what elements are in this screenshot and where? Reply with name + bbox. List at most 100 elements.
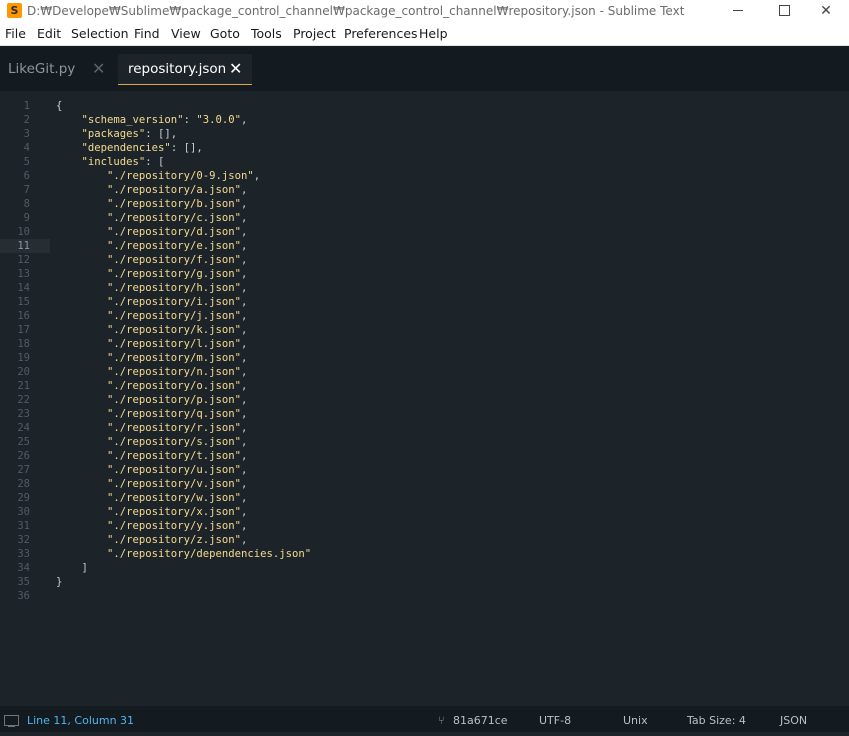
line-number: 10 bbox=[17, 226, 30, 238]
code-line: "./repository/t.json", bbox=[107, 450, 248, 462]
line-number: 25 bbox=[17, 436, 30, 448]
close-icon[interactable]: ✕ bbox=[92, 54, 105, 84]
tab-label: repository.json bbox=[128, 61, 227, 77]
code-line: ] bbox=[56, 562, 88, 574]
line-number: 3 bbox=[23, 128, 30, 140]
tab-label: LikeGit.py bbox=[8, 61, 76, 77]
code-line: "./repository/q.json", bbox=[107, 408, 248, 420]
code-line: "./repository/x.json", bbox=[107, 506, 248, 518]
menu-preferences[interactable]: Preferences bbox=[344, 22, 418, 46]
code-line: "./repository/d.json", bbox=[107, 226, 248, 238]
menu-tools[interactable]: Tools bbox=[251, 22, 282, 46]
code-line: "./repository/0-9.json", bbox=[107, 170, 261, 182]
monitor-icon[interactable] bbox=[4, 715, 19, 727]
code-line: "./repository/z.json", bbox=[107, 534, 248, 546]
line-number: 28 bbox=[17, 478, 30, 490]
line-number: 29 bbox=[17, 492, 30, 504]
menu-help[interactable]: Help bbox=[419, 22, 448, 46]
code-line: "./repository/h.json", bbox=[107, 282, 248, 294]
code-line: { bbox=[56, 100, 63, 112]
code-line: "./repository/r.json", bbox=[107, 422, 248, 434]
line-number: 22 bbox=[17, 394, 30, 406]
code-line: "./repository/k.json", bbox=[107, 324, 248, 336]
line-number: 26 bbox=[17, 450, 30, 462]
minimize-icon bbox=[733, 10, 743, 11]
line-number: 20 bbox=[17, 366, 30, 378]
line-number: 31 bbox=[17, 520, 30, 532]
menu-view[interactable]: View bbox=[171, 22, 201, 46]
close-icon: ✕ bbox=[820, 3, 832, 19]
code-line: "./repository/b.json", bbox=[107, 198, 248, 210]
menu-find[interactable]: Find bbox=[134, 22, 160, 46]
code-line: "./repository/e.json", bbox=[107, 240, 248, 252]
code-line: "./repository/l.json", bbox=[107, 338, 248, 350]
line-number: 2 bbox=[23, 114, 30, 126]
line-number: 1 bbox=[23, 100, 30, 112]
line-number: 18 bbox=[17, 338, 30, 350]
line-number: 9 bbox=[23, 212, 30, 224]
menu-bar: File Edit Selection Find View Goto Tools… bbox=[0, 22, 849, 46]
menu-project[interactable]: Project bbox=[293, 22, 336, 46]
tab-bar: LikeGit.py ✕ repository.json ✕ bbox=[0, 46, 849, 91]
line-number: 16 bbox=[17, 310, 30, 322]
line-number: 14 bbox=[17, 282, 30, 294]
code-line: } bbox=[56, 576, 63, 588]
line-number: 19 bbox=[17, 352, 30, 364]
line-number-gutter: 1 2 3 4 5 6 7 8 9 10 11 12 13 14 15 16 17 18 19 20 21 22 23 24 2… bbox=[0, 99, 40, 603]
code-line: "./repository/p.json", bbox=[107, 394, 248, 406]
title-bar: D:₩Develope₩Sublime₩package_control_chan… bbox=[0, 0, 849, 22]
status-bar: Line 11, Column 31 ⑂ 81a671ce UTF-8 Unix… bbox=[0, 706, 849, 732]
line-number: 35 bbox=[17, 576, 30, 588]
line-number: 23 bbox=[17, 408, 30, 420]
editor-area[interactable]: 1 2 3 4 5 6 7 8 9 10 11 12 13 14 15 16 17 18 19 20 21 22 23 24 2… bbox=[0, 91, 849, 706]
code-line: "./repository/n.json", bbox=[107, 366, 248, 378]
line-number: 13 bbox=[17, 268, 30, 280]
code-line: "./repository/m.json", bbox=[107, 352, 248, 364]
tab-likegit[interactable]: LikeGit.py ✕ bbox=[0, 54, 115, 84]
line-number: 12 bbox=[17, 254, 30, 266]
code-text[interactable]: { "schema_version": "3.0.0", "packages":… bbox=[56, 99, 311, 603]
code-line: "dependencies": [], bbox=[81, 142, 203, 154]
code-line: "./repository/c.json", bbox=[107, 212, 248, 224]
line-number: 6 bbox=[23, 170, 30, 182]
tab-repository-json[interactable]: repository.json ✕ bbox=[118, 54, 252, 85]
code-line: "./repository/a.json", bbox=[107, 184, 248, 196]
close-window-button[interactable]: ✕ bbox=[803, 0, 849, 22]
minimize-button[interactable] bbox=[715, 0, 761, 22]
code-line: "includes": [ bbox=[81, 156, 165, 168]
line-number: 4 bbox=[23, 142, 30, 154]
window-title: D:₩Develope₩Sublime₩package_control_chan… bbox=[27, 4, 685, 18]
menu-edit[interactable]: Edit bbox=[37, 22, 61, 46]
code-line: "./repository/u.json", bbox=[107, 464, 248, 476]
code-line: "./repository/g.json", bbox=[107, 268, 248, 280]
line-number: 32 bbox=[17, 534, 30, 546]
code-line: "packages": [], bbox=[81, 128, 178, 140]
line-number: 34 bbox=[17, 562, 30, 574]
code-line: "./repository/y.json", bbox=[107, 520, 248, 532]
line-number: 11 bbox=[17, 240, 30, 252]
maximize-icon bbox=[779, 5, 790, 16]
line-number: 36 bbox=[17, 590, 30, 602]
line-number: 30 bbox=[17, 506, 30, 518]
line-number: 5 bbox=[23, 156, 30, 168]
line-number: 7 bbox=[23, 184, 30, 196]
code-line: "schema_version": "3.0.0", bbox=[81, 114, 248, 126]
code-line: "./repository/i.json", bbox=[107, 296, 248, 308]
close-icon[interactable]: ✕ bbox=[229, 54, 242, 84]
code-line: "./repository/f.json", bbox=[107, 254, 248, 266]
menu-file[interactable]: File bbox=[5, 22, 26, 46]
code-line: "./repository/w.json", bbox=[107, 492, 248, 504]
line-number: 33 bbox=[17, 548, 30, 560]
maximize-button[interactable] bbox=[761, 0, 807, 22]
code-line: "./repository/s.json", bbox=[107, 436, 248, 448]
menu-selection[interactable]: Selection bbox=[71, 22, 129, 46]
sublime-text-icon bbox=[7, 3, 22, 18]
line-number: 17 bbox=[17, 324, 30, 336]
code-line: "./repository/dependencies.json" bbox=[107, 548, 312, 560]
menu-goto[interactable]: Goto bbox=[210, 22, 240, 46]
line-number: 27 bbox=[17, 464, 30, 476]
line-number: 15 bbox=[17, 296, 30, 308]
line-number: 24 bbox=[17, 422, 30, 434]
code-line: "./repository/o.json", bbox=[107, 380, 248, 392]
